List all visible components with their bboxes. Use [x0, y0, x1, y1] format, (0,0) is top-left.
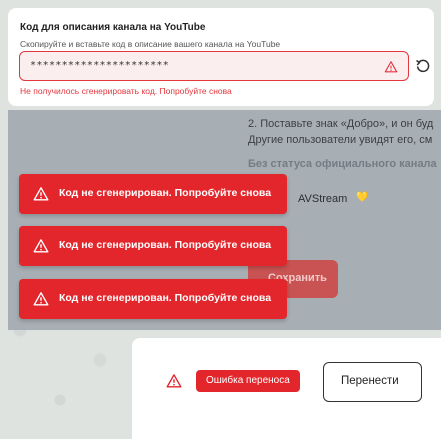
error-toast[interactable]: Код не сгенерирован. Попробуйте снова [19, 174, 287, 214]
code-value: ********************** [30, 60, 170, 71]
channel-status: Без статуса официального канала [248, 158, 437, 170]
code-field[interactable]: ********************** [19, 51, 409, 81]
toast-text: Код не сгенерирован. Попробуйте снова [59, 292, 272, 304]
warning-triangle-icon [33, 187, 49, 201]
channel-name: AVStream [298, 193, 348, 205]
warning-triangle-icon [33, 292, 49, 306]
card-subtitle: Скопируйте и вставьте код в описание ваш… [20, 39, 281, 49]
generation-error-text: Не получилось сгенерировать код. Попробу… [20, 86, 232, 96]
error-toast[interactable]: Код не сгенерирован. Попробуйте снова [19, 279, 287, 319]
warning-triangle-icon [384, 61, 398, 73]
hint-line-1: 2. Поставьте знак «Добро», и он буд [248, 118, 434, 130]
youtube-code-card: Код для описания канала на YouTube Скопи… [8, 8, 434, 106]
reload-icon[interactable] [415, 58, 431, 74]
card-title: Код для описания канала на YouTube [20, 22, 206, 33]
error-toast[interactable]: Код не сгенерирован. Попробуйте снова [19, 226, 287, 266]
warning-triangle-icon [166, 374, 182, 388]
hint-line-2: Другие пользователи увидят его, см [248, 134, 433, 146]
transfer-error-label: Ошибка переноса [206, 375, 290, 386]
transfer-button[interactable]: Перенести [323, 362, 422, 402]
transfer-card: Ошибка переноса Перенести [132, 338, 441, 439]
warning-triangle-icon [33, 239, 49, 253]
toast-text: Код не сгенерирован. Попробуйте снова [59, 187, 272, 199]
transfer-button-label: Перенести [341, 375, 399, 387]
transfer-error-badge: Ошибка переноса [196, 370, 300, 392]
heart-badge-icon: 💛 [356, 192, 369, 203]
toast-text: Код не сгенерирован. Попробуйте снова [59, 239, 272, 251]
